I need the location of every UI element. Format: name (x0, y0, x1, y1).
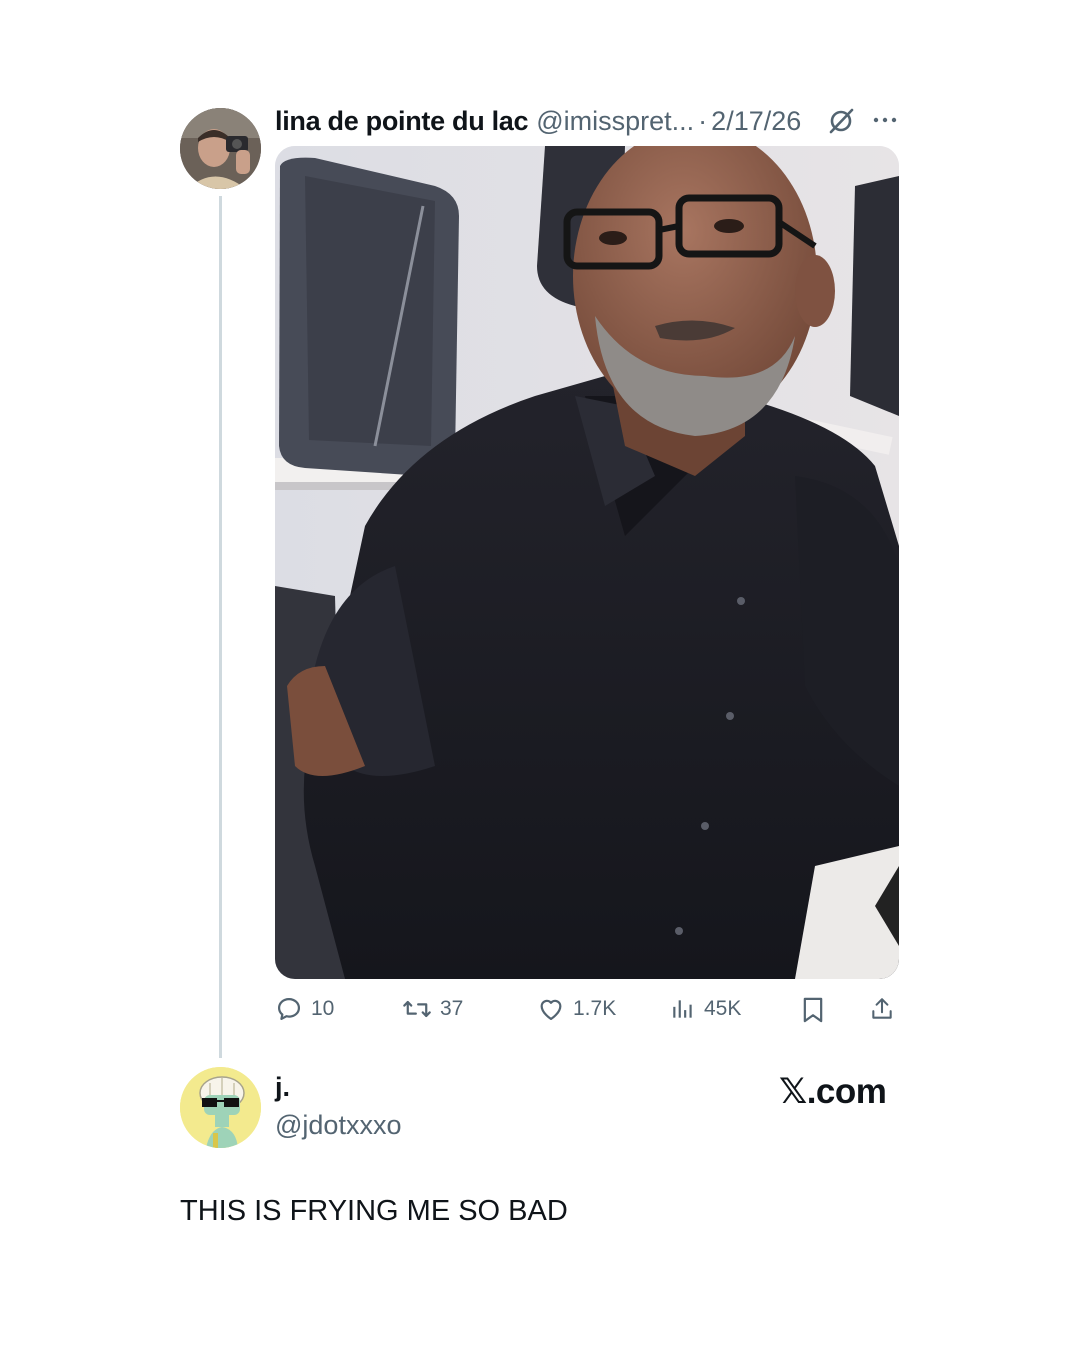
bookmark-button[interactable] (801, 995, 825, 1025)
separator-dot: · (698, 105, 708, 136)
grok-icon[interactable] (826, 106, 856, 136)
views-count: 45K (704, 997, 742, 1020)
views-button[interactable]: 45K (670, 994, 741, 1024)
avatar-photo (180, 108, 261, 189)
reply-button[interactable]: 10 (275, 994, 334, 1024)
photo-man-in-black-shirt (275, 146, 899, 979)
tweet-photo[interactable] (275, 146, 899, 979)
share-button[interactable] (869, 994, 895, 1024)
retweet-icon (403, 1000, 431, 1018)
like-button[interactable]: 1.7K (537, 994, 616, 1024)
reply-author-handle[interactable]: @jdotxxxo (275, 1110, 401, 1141)
thread-line (219, 196, 222, 1058)
heart-icon (540, 999, 562, 1021)
author-handle[interactable]: @imisspret... (536, 106, 694, 137)
tweet-date[interactable]: 2/17/26 (711, 106, 801, 137)
watermark-domain: .com (806, 1072, 887, 1111)
bookmark-icon (803, 997, 823, 1023)
reply-icon (277, 997, 301, 1021)
x-logo-icon: 𝕏 (779, 1072, 807, 1112)
views-icon (673, 1000, 692, 1018)
share-icon (872, 998, 892, 1019)
retweet-count: 37 (440, 997, 464, 1020)
avatar-cartoon (180, 1067, 261, 1148)
retweet-button[interactable]: 37 (402, 994, 463, 1024)
reply-count: 10 (311, 997, 335, 1020)
reply-author-avatar[interactable] (180, 1067, 261, 1148)
like-count: 1.7K (573, 997, 617, 1020)
author-display-name[interactable]: lina de pointe du lac (275, 106, 529, 137)
x-com-watermark: 𝕏.com (779, 1072, 887, 1112)
reply-text: THIS IS FRYING ME SO BAD (180, 1195, 568, 1227)
author-avatar[interactable] (180, 108, 261, 189)
more-icon[interactable] (870, 110, 900, 130)
tweet-header: lina de pointe du lac @imisspret... · 2/… (275, 101, 801, 141)
reply-author-display-name[interactable]: j. (275, 1072, 290, 1103)
